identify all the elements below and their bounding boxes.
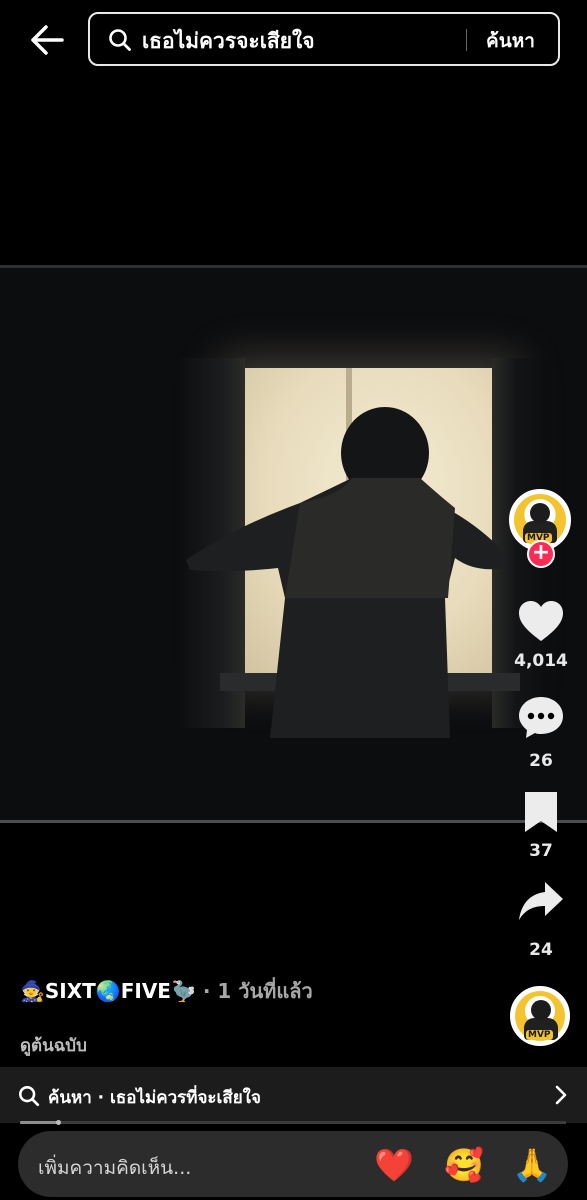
view-original-link[interactable]: ดูต้นฉบับ xyxy=(20,1032,87,1059)
like-count: 4,014 xyxy=(514,651,568,671)
arrow-left-icon xyxy=(31,25,64,55)
share-count: 24 xyxy=(529,940,553,960)
save-button[interactable] xyxy=(518,790,564,834)
quick-emoji-smiling-hearts[interactable]: 🥰 xyxy=(444,1145,484,1185)
like-button[interactable] xyxy=(518,600,564,644)
video-progress-handle[interactable] xyxy=(56,1120,62,1125)
search-submit-button[interactable]: ค้นหา xyxy=(486,26,535,56)
share-arrow-icon xyxy=(519,882,563,920)
search-bar[interactable]: เธอไม่ควรจะเสียใจ ค้นหา xyxy=(88,12,560,66)
comment-input-placeholder[interactable]: เพิ่มความคิดเห็น... xyxy=(38,1153,191,1183)
author-name[interactable]: 🧙SIXT🌏FIVE🦤 xyxy=(20,979,196,1003)
save-count: 37 xyxy=(529,841,553,861)
video-person-silhouette xyxy=(186,407,505,738)
share-button[interactable] xyxy=(518,880,564,924)
search-input[interactable]: เธอไม่ควรจะเสียใจ xyxy=(142,25,315,58)
chevron-right-icon xyxy=(555,1085,567,1105)
comment-bubble-icon xyxy=(519,697,563,738)
author-line[interactable]: 🧙SIXT🌏FIVE🦤 · 1 วันที่แล้ว xyxy=(20,975,313,1007)
video-progress-bar[interactable] xyxy=(20,1120,566,1125)
avatar-figure-head xyxy=(530,503,550,523)
bookmark-icon xyxy=(525,792,557,832)
search-icon xyxy=(109,29,131,51)
heart-icon xyxy=(519,601,563,641)
related-search-text[interactable]: ค้นหา · เธอไม่ควรที่จะเสียใจ xyxy=(48,1084,261,1111)
comment-count: 26 xyxy=(529,751,553,771)
search-divider xyxy=(466,29,467,51)
quick-emoji-heart[interactable]: ❤️ xyxy=(374,1145,414,1185)
search-icon xyxy=(19,1086,40,1107)
follow-button[interactable]: + xyxy=(527,540,555,568)
music-disc-avatar[interactable]: MVP xyxy=(510,986,570,1046)
quick-emoji-pray[interactable]: 🙏 xyxy=(512,1145,552,1185)
post-time: · 1 วันที่แล้ว xyxy=(195,979,313,1003)
comment-button[interactable] xyxy=(518,695,564,739)
back-button[interactable] xyxy=(28,22,68,58)
video-player[interactable] xyxy=(0,265,587,823)
related-search-bar[interactable]: ค้นหา · เธอไม่ควรที่จะเสียใจ xyxy=(0,1067,587,1123)
disc-avatar-figure-head xyxy=(531,1000,551,1020)
disc-avatar-mvp-badge: MVP xyxy=(526,1030,553,1040)
video-progress-fill xyxy=(20,1121,59,1124)
comment-input-bar[interactable]: เพิ่มความคิดเห็น... ❤️ 🥰 🙏 xyxy=(18,1131,568,1197)
